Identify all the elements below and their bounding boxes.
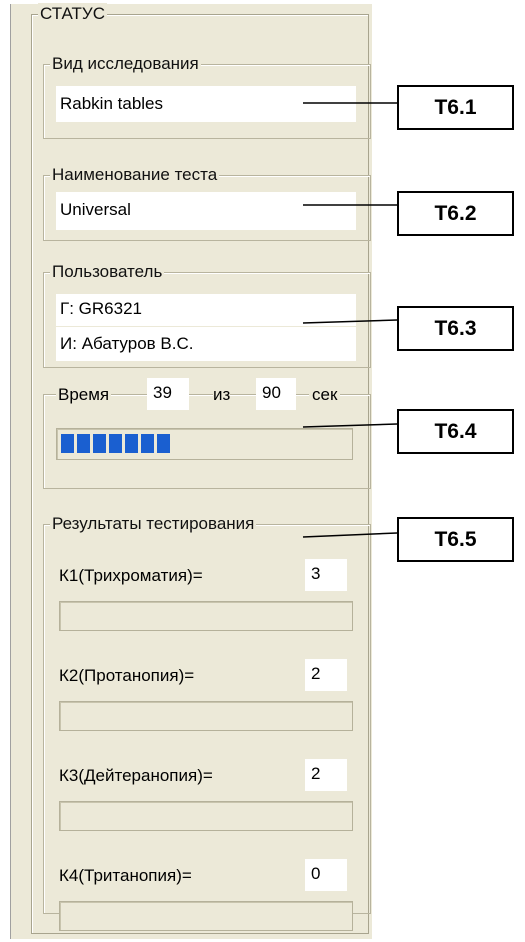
status-title: СТАТУС [38,3,108,25]
time-of-label: из [213,384,231,406]
time-progress-fill [61,434,170,453]
user-name-field: И: Абатуров В.С. [56,327,356,361]
results-title: Результаты тестирования [50,513,257,535]
result-progress-bar [59,601,353,631]
user-title: Пользователь [50,261,165,283]
progress-segment [61,434,74,453]
progress-segment [125,434,138,453]
result-progress-bar [59,901,353,931]
result-value-field: 2 [305,659,347,691]
user-name-value: Абатуров В.С. [81,334,194,353]
progress-segment [77,434,90,453]
test-name-title: Наименование теста [50,164,220,186]
callout-t6-2: T6.2 [397,191,514,236]
result-progress-bar [59,801,353,831]
progress-segment [93,434,106,453]
user-group-field: Г: GR6321 [56,294,356,326]
result-label: К1(Трихроматия)= [59,566,203,585]
result-value-field: 2 [305,759,347,791]
callout-t6-4: T6.4 [397,409,514,454]
time-total-field: 90 [256,378,296,410]
test-name-field: Universal [56,192,356,230]
user-group-value: GR6321 [78,299,142,318]
result-progress-bar [59,701,353,731]
user-name-label: И: [60,334,77,353]
study-type-title: Вид исследования [50,53,201,75]
time-unit-label: сек [309,384,341,406]
callout-t6-1: T6.1 [397,85,514,130]
status-panel: СТАТУС Вид исследования Rabkin tables На… [10,3,372,939]
result-value-field: 3 [305,559,347,591]
result-label: К4(Тританопия)= [59,866,192,885]
progress-segment [109,434,122,453]
result-value-field: 0 [305,859,347,891]
time-label: Время [56,384,112,406]
study-type-field: Rabkin tables [56,86,356,122]
time-progress-bar [56,428,353,460]
progress-segment [157,434,170,453]
result-label: К3(Дейтеранопия)= [59,766,213,785]
user-group-label: Г: [60,299,74,318]
callout-t6-3: T6.3 [397,306,514,351]
callout-t6-5: T6.5 [397,517,514,562]
time-elapsed-field: 39 [147,378,189,410]
result-label: К2(Протанопия)= [59,666,195,685]
progress-segment [141,434,154,453]
